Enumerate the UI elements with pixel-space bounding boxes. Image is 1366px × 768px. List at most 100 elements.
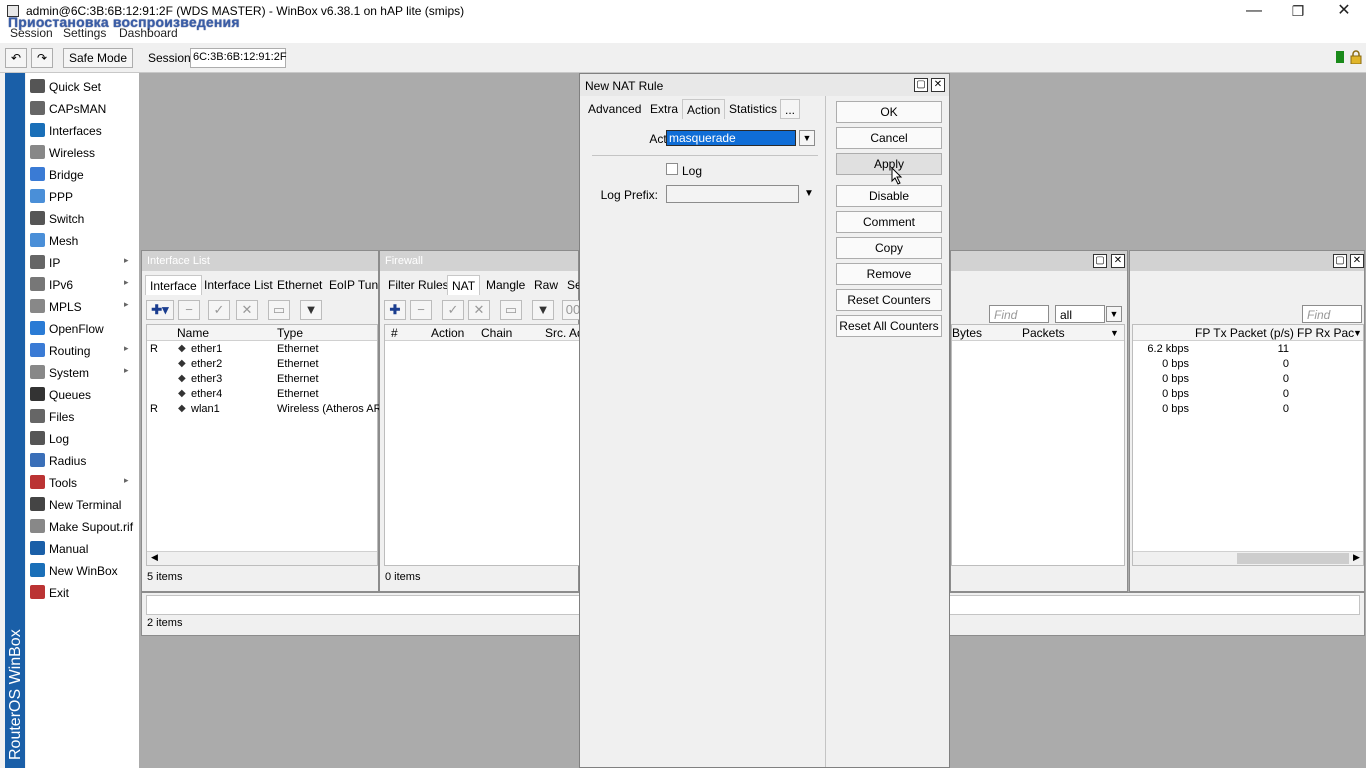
filter-icon[interactable]: ▼ <box>300 300 322 320</box>
reset-all-counters-button[interactable]: Reset All Counters <box>836 315 942 337</box>
sidebar-item-tools[interactable]: Tools ▸ <box>26 471 139 493</box>
sidebar-item-files[interactable]: Files <box>26 405 139 427</box>
sidebar-item-make-supout-rif[interactable]: Make Supout.rif <box>26 515 139 537</box>
tab-filter-rules[interactable]: Filter Rules <box>384 275 453 295</box>
sidebar-item-quick-set[interactable]: Quick Set <box>26 75 139 97</box>
add-icon[interactable]: ✚▾ <box>146 300 174 320</box>
safe-mode-button[interactable]: Safe Mode <box>63 48 133 68</box>
sidebar-item-bridge[interactable]: Bridge <box>26 163 139 185</box>
comment-icon[interactable]: ▭ <box>268 300 290 320</box>
tab-action[interactable]: Action <box>682 99 726 119</box>
sidebar-item-exit[interactable]: Exit <box>26 581 139 603</box>
tab-more[interactable]: ... <box>780 99 801 119</box>
menu-dashboard[interactable]: Dashboard <box>119 26 178 40</box>
ok-button[interactable]: OK <box>836 101 942 123</box>
sidebar-item-ip[interactable]: IP ▸ <box>26 251 139 273</box>
minimize-button[interactable]: — <box>1240 2 1268 22</box>
sidebar-item-new-winbox[interactable]: New WinBox <box>26 559 139 581</box>
stats-find-input[interactable]: Find <box>1302 305 1362 323</box>
column-bytes[interactable]: Bytes <box>952 326 982 340</box>
action-select[interactable]: masquerade <box>666 130 796 146</box>
session-field[interactable]: 6C:3B:6B:12:91:2F <box>190 48 287 68</box>
comment-button[interactable]: Comment <box>836 211 942 233</box>
disable-rule-icon[interactable]: ✕ <box>468 300 490 320</box>
close-icon[interactable]: ✕ <box>1111 254 1125 268</box>
enable-rule-icon[interactable]: ✓ <box>442 300 464 320</box>
sidebar-item-mesh[interactable]: Mesh <box>26 229 139 251</box>
sidebar-item-ppp[interactable]: PPP <box>26 185 139 207</box>
sidebar-item-manual[interactable]: Manual <box>26 537 139 559</box>
table-row[interactable]: 6.2 kbps 11 <box>1133 342 1363 357</box>
close-button[interactable]: ✕ <box>1330 2 1358 22</box>
sidebar-item-openflow[interactable]: OpenFlow <box>26 317 139 339</box>
sidebar-item-mpls[interactable]: MPLS ▸ <box>26 295 139 317</box>
table-row[interactable]: 0 bps 0 <box>1133 402 1363 417</box>
menu-session[interactable]: Session <box>10 26 53 40</box>
cancel-button[interactable]: Cancel <box>836 127 942 149</box>
tab-ethernet[interactable]: Ethernet <box>273 275 326 295</box>
dialog-maximize-icon[interactable]: ▢ <box>914 78 928 92</box>
maximize-icon[interactable]: ▢ <box>1093 254 1107 268</box>
tab-extra[interactable]: Extra <box>646 99 682 119</box>
stats-columns-dropdown-icon[interactable]: ▼ <box>1353 328 1362 338</box>
sidebar-item-new-terminal[interactable]: New Terminal <box>26 493 139 515</box>
table-row[interactable]: R ◆ wlan1 Wireless (Atheros AR9 <box>147 402 388 417</box>
column-number[interactable]: # <box>391 326 398 340</box>
table-row[interactable]: 0 bps 0 <box>1133 387 1363 402</box>
table-row[interactable]: ◆ ether4 Ethernet <box>147 387 377 402</box>
close-stats-icon[interactable]: ✕ <box>1350 254 1364 268</box>
tab-advanced[interactable]: Advanced <box>584 99 645 119</box>
table-row[interactable]: 0 bps 0 <box>1133 372 1363 387</box>
sidebar-item-ipv6[interactable]: IPv6 ▸ <box>26 273 139 295</box>
filter-select[interactable]: all <box>1055 305 1105 323</box>
dialog-close-icon[interactable]: ✕ <box>931 78 945 92</box>
menu-settings[interactable]: Settings <box>63 26 106 40</box>
sidebar-item-interfaces[interactable]: Interfaces <box>26 119 139 141</box>
find-input[interactable]: Find <box>989 305 1049 323</box>
column-src-address[interactable]: Src. Ad <box>545 326 584 340</box>
comment-rule-icon[interactable]: ▭ <box>500 300 522 320</box>
sidebar-item-capsman[interactable]: CAPsMAN <box>26 97 139 119</box>
log-checkbox[interactable] <box>666 163 678 175</box>
tab-statistics[interactable]: Statistics <box>725 99 781 119</box>
filter-dropdown-icon[interactable]: ▼ <box>1106 306 1122 322</box>
log-prefix-input[interactable] <box>666 185 799 203</box>
sidebar-item-log[interactable]: Log <box>26 427 139 449</box>
traffic-titlebar[interactable]: ▢ ✕ <box>951 251 1127 271</box>
column-fp-tx-packet[interactable]: FP Tx Packet (p/s) <box>1195 326 1294 340</box>
tab-mangle[interactable]: Mangle <box>482 275 529 295</box>
add-rule-icon[interactable]: ✚ <box>384 300 406 320</box>
disable-icon[interactable]: ✕ <box>236 300 258 320</box>
sidebar-item-queues[interactable]: Queues <box>26 383 139 405</box>
column-name[interactable]: Name <box>177 326 209 340</box>
horizontal-scrollbar[interactable]: ◀ <box>147 551 377 565</box>
column-type[interactable]: Type <box>277 326 303 340</box>
table-row[interactable]: ◆ ether2 Ethernet <box>147 357 377 372</box>
action-dropdown-icon[interactable]: ▼ <box>799 130 815 146</box>
stats-scrollbar[interactable]: ▶ <box>1133 551 1363 565</box>
redo-button[interactable]: ↷ <box>31 48 53 68</box>
apply-button[interactable]: Apply <box>836 153 942 175</box>
sidebar-item-routing[interactable]: Routing ▸ <box>26 339 139 361</box>
filter-rule-icon[interactable]: ▼ <box>532 300 554 320</box>
remove-icon[interactable]: − <box>178 300 200 320</box>
tab-raw[interactable]: Raw <box>530 275 562 295</box>
column-packets[interactable]: Packets <box>1022 326 1065 340</box>
copy-button[interactable]: Copy <box>836 237 942 259</box>
table-row[interactable]: R ◆ ether1 Ethernet <box>147 342 377 357</box>
enable-icon[interactable]: ✓ <box>208 300 230 320</box>
table-row[interactable]: 0 bps 0 <box>1133 357 1363 372</box>
sidebar-item-switch[interactable]: Switch <box>26 207 139 229</box>
column-fp-rx-packet[interactable]: FP Rx Pac <box>1297 326 1354 340</box>
sidebar-item-radius[interactable]: Radius <box>26 449 139 471</box>
table-row[interactable]: ◆ ether3 Ethernet <box>147 372 377 387</box>
tab-nat[interactable]: NAT <box>447 275 481 295</box>
maximize-stats-icon[interactable]: ▢ <box>1333 254 1347 268</box>
reset-counters-button[interactable]: Reset Counters <box>836 289 942 311</box>
sidebar-item-wireless[interactable]: Wireless <box>26 141 139 163</box>
tab-interface[interactable]: Interface <box>145 275 202 295</box>
firewall-titlebar[interactable]: Firewall <box>380 251 578 271</box>
column-action[interactable]: Action <box>431 326 464 340</box>
interface-list-titlebar[interactable]: Interface List <box>142 251 378 271</box>
columns-dropdown-icon[interactable]: ▼ <box>1110 328 1119 338</box>
